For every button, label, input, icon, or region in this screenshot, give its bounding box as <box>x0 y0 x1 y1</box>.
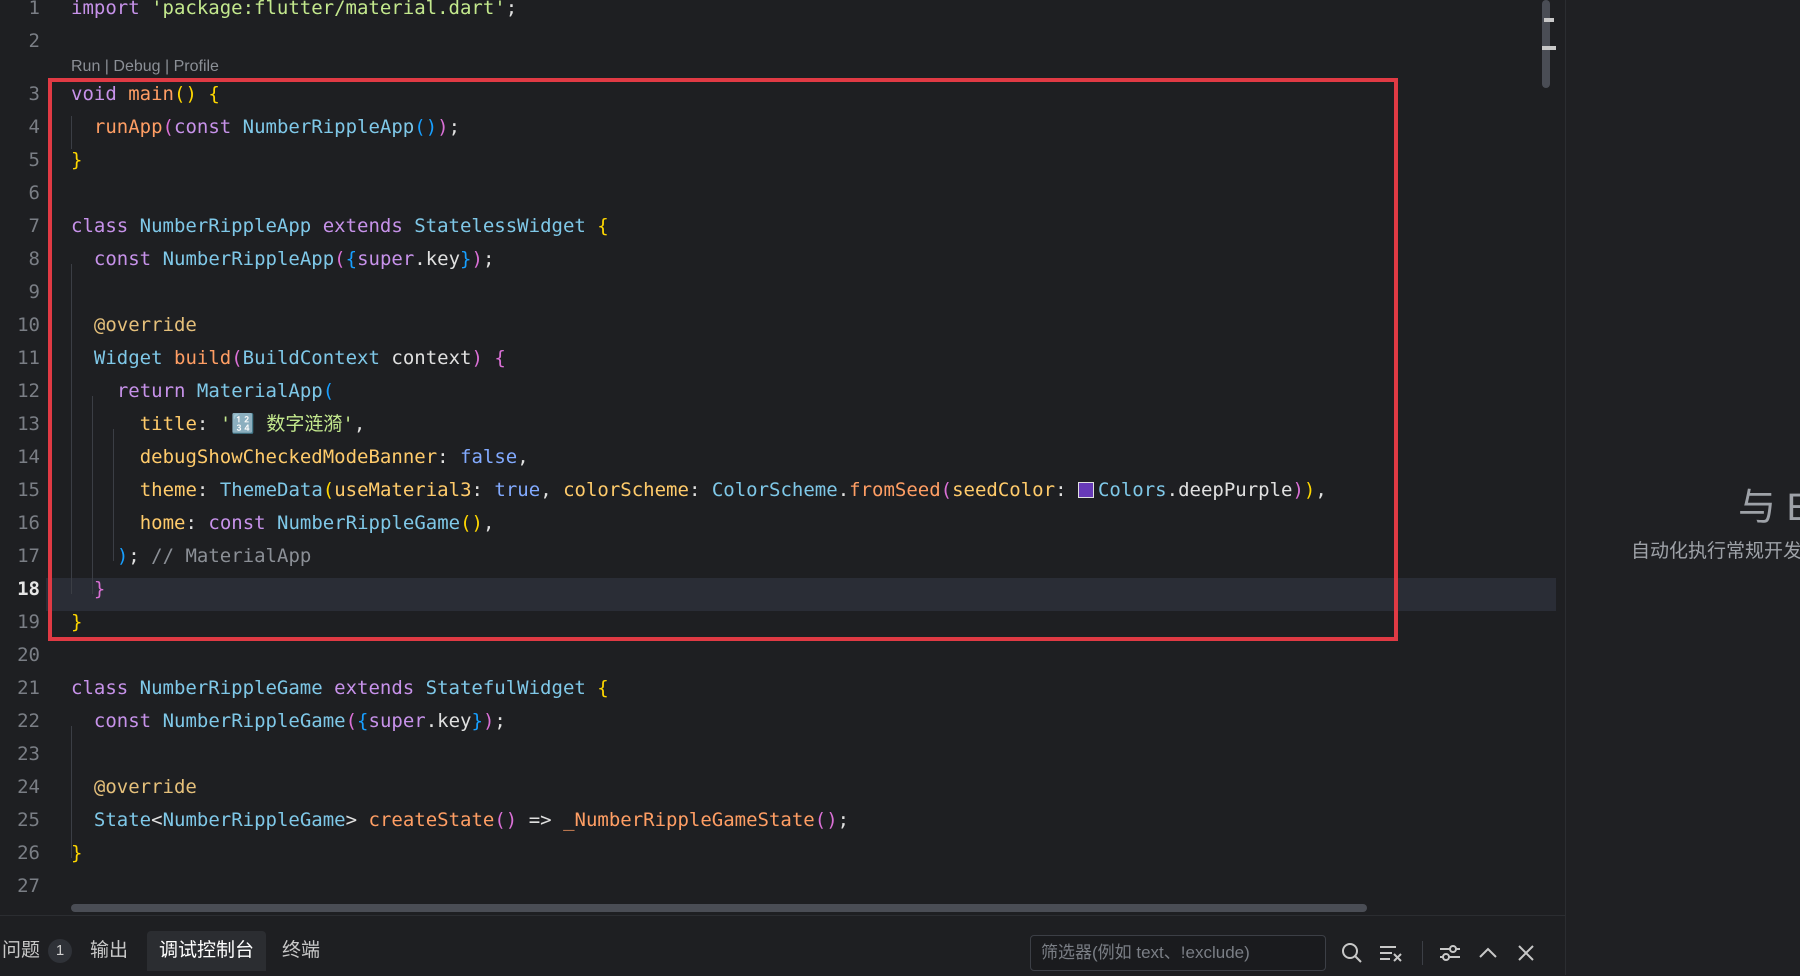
line-number: 16 <box>17 512 40 534</box>
line-number: 3 <box>28 83 40 105</box>
clear-list-icon[interactable] <box>1376 939 1404 967</box>
tab-debug-console-label: 调试控制台 <box>159 940 255 961</box>
line-number: 21 <box>17 677 40 699</box>
line-number: 7 <box>28 215 40 237</box>
line-number: 19 <box>17 611 40 633</box>
tab-output[interactable]: 输出 <box>78 931 140 971</box>
vertical-scrollbar[interactable] <box>1542 0 1550 88</box>
code-editor[interactable]: Run | Debug | Profile 1 import 'package:f… <box>0 0 1560 915</box>
line-number: 12 <box>17 380 40 402</box>
tab-output-label: 输出 <box>90 940 129 961</box>
welcome-title: 与 E <box>1738 487 1800 529</box>
code-text[interactable]: const NumberRippleGame({super.key}); <box>71 705 506 738</box>
code-line[interactable]: 24 @override <box>0 771 1560 804</box>
scroll-marker <box>1544 18 1554 22</box>
code-line[interactable]: 22 const NumberRippleGame({super.key}); <box>0 705 1560 738</box>
code-line[interactable]: 25 State<NumberRippleGame> createState()… <box>0 804 1560 837</box>
line-number: 6 <box>28 182 40 204</box>
chevron-up-icon[interactable] <box>1474 939 1502 967</box>
code-text[interactable]: } <box>71 837 82 870</box>
tab-problems-label: 问题 <box>2 940 41 961</box>
code-line[interactable]: 2 <box>0 25 1560 58</box>
line-number: 8 <box>28 248 40 270</box>
line-number: 26 <box>17 842 40 864</box>
problems-count-badge: 1 <box>48 938 73 963</box>
line-number: 25 <box>17 809 40 831</box>
line-number: 9 <box>28 281 40 303</box>
tab-problems[interactable]: 问题 1 <box>0 931 84 971</box>
annotation-highlight-box <box>48 78 1398 641</box>
line-number: 24 <box>17 776 40 798</box>
line-number: 5 <box>28 149 40 171</box>
line-number: 2 <box>28 30 40 52</box>
line-number: 14 <box>17 446 40 468</box>
tab-terminal-label: 终端 <box>282 940 321 961</box>
code-text[interactable]: State<NumberRippleGame> createState() =>… <box>71 804 849 837</box>
filter-input[interactable] <box>1030 935 1326 971</box>
settings-icon[interactable] <box>1436 939 1464 967</box>
welcome-subtitle: 自动化执行常规开发 <box>1631 541 1800 562</box>
code-line[interactable]: 26} <box>0 837 1560 870</box>
tab-terminal[interactable]: 终端 <box>270 931 332 971</box>
scroll-marker <box>1542 46 1556 50</box>
bottom-panel-bar: 问题 1 输出 调试控制台 终端 <box>0 915 1565 976</box>
line-number: 23 <box>17 743 40 765</box>
code-line[interactable]: 1 import 'package:flutter/material.dart'; <box>0 0 1560 25</box>
code-text[interactable]: @override <box>71 771 197 804</box>
line-number: 27 <box>17 875 40 897</box>
toolbar-separator <box>1422 941 1423 965</box>
horizontal-scrollbar[interactable] <box>71 904 1367 912</box>
tab-debug-console[interactable]: 调试控制台 <box>147 931 267 971</box>
code-text[interactable]: import 'package:flutter/material.dart'; <box>71 0 517 25</box>
line-number: 15 <box>17 479 40 501</box>
code-line[interactable]: 20 <box>0 639 1560 672</box>
line-number: 20 <box>17 644 40 666</box>
line-number: 11 <box>17 347 40 369</box>
code-line[interactable]: 23 <box>0 738 1560 771</box>
code-line[interactable]: 21 class NumberRippleGame extends Statefu… <box>0 672 1560 705</box>
line-number: 18 <box>17 578 40 600</box>
line-number: 17 <box>17 545 40 567</box>
search-icon[interactable] <box>1338 939 1366 967</box>
code-line[interactable]: 27 <box>0 870 1560 903</box>
line-number: 10 <box>17 314 40 336</box>
line-number: 13 <box>17 413 40 435</box>
code-text[interactable]: class NumberRippleGame extends StatefulW… <box>71 672 609 705</box>
chat-welcome-panel: 与 E 自动化执行常规开发 <box>1565 0 1800 975</box>
line-number: 4 <box>28 116 40 138</box>
close-icon[interactable] <box>1512 939 1540 967</box>
line-number: 22 <box>17 710 40 732</box>
line-number: 1 <box>28 0 40 19</box>
